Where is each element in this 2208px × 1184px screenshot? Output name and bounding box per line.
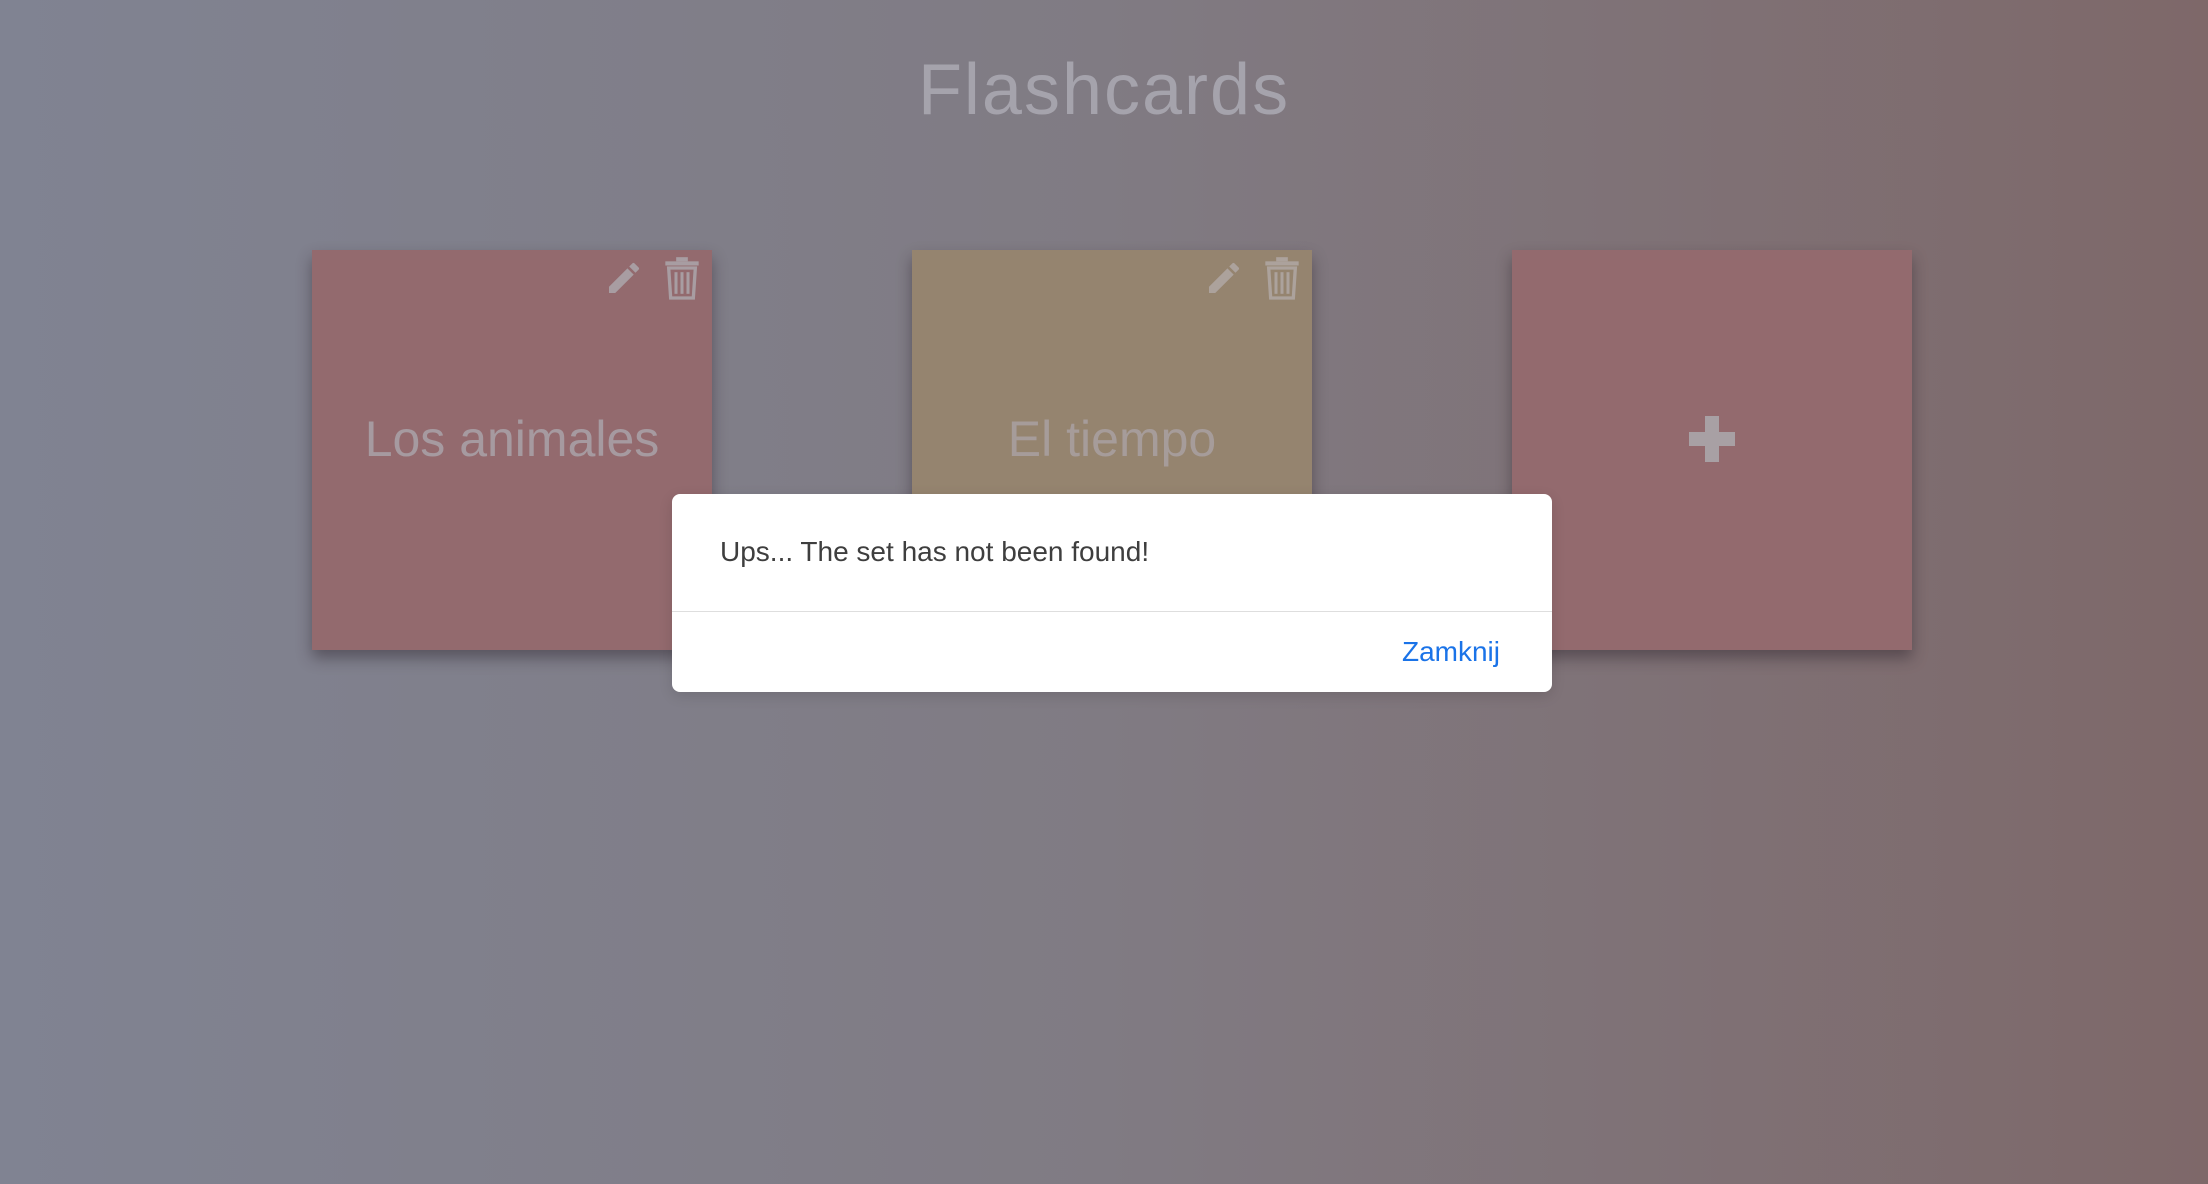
dialog-message: Ups... The set has not been found!: [720, 536, 1150, 567]
dialog-body: Ups... The set has not been found!: [672, 494, 1552, 612]
error-dialog: Ups... The set has not been found! Zamkn…: [672, 494, 1552, 692]
modal-backdrop[interactable]: Ups... The set has not been found! Zamkn…: [0, 0, 2208, 1184]
dialog-footer: Zamknij: [672, 612, 1552, 692]
close-button[interactable]: Zamknij: [1402, 636, 1500, 668]
